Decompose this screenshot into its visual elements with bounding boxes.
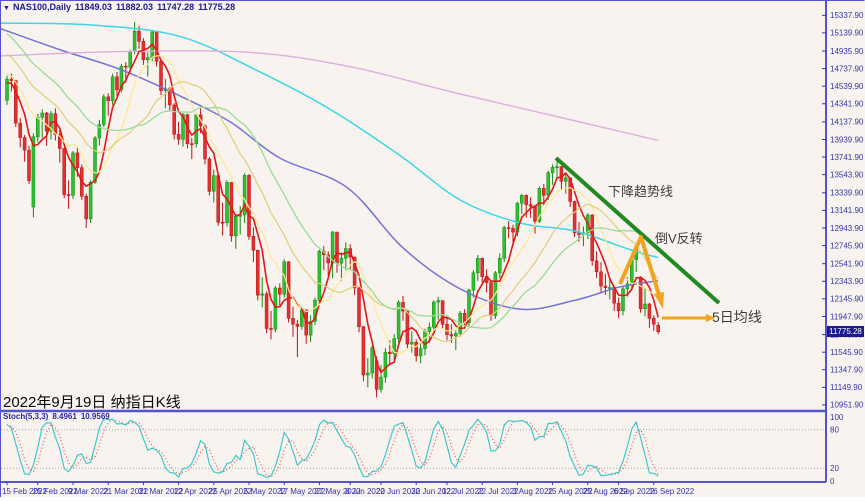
stoch-d-value: 10.9569	[81, 412, 110, 421]
chart-window: 15337.90 15139.90 14935.90 14737.90 14539.90…	[0, 0, 865, 501]
price-axis-label: 13543.90	[830, 170, 864, 179]
ohlc-open: 11849.03	[75, 2, 112, 12]
stoch-axis-label: 80	[830, 426, 839, 435]
chart-caption: 2022年9月19日 纳指日K线	[3, 391, 181, 412]
price-axis-label: 13141.90	[830, 206, 864, 215]
ohlc-high: 11882.03	[116, 2, 153, 12]
price-axis-label: 11149.90	[830, 383, 863, 392]
price-axis-label: 10951.90	[830, 401, 864, 410]
price-axis-label: 11947.90	[830, 312, 863, 321]
price-axis-label: 12745.90	[830, 241, 864, 250]
ma5-annotation: 5日均线	[712, 307, 762, 327]
price-axis-label: 14137.90	[830, 118, 864, 127]
price-axis-label: 14539.90	[830, 82, 864, 91]
price-axis-label: 12943.90	[830, 224, 864, 233]
current-price-badge: 11775.28	[827, 326, 864, 337]
price-axis-label: 12145.90	[830, 295, 864, 304]
chart-canvas[interactable]: 15337.90 15139.90 14935.90 14737.90 14539.90…	[0, 0, 865, 501]
ohlc-low: 11747.28	[157, 2, 194, 12]
price-axis-label: 13939.90	[830, 135, 864, 144]
stoch-axis-label: 100	[830, 413, 844, 422]
price-axis-label: 13741.90	[830, 153, 864, 162]
price-axis-label: 12343.90	[830, 277, 864, 286]
stoch-name: Stoch(5,3,3)	[3, 412, 48, 421]
stochastic-indicator-label: Stoch(5,3,3) 8.4961 10.9569	[3, 412, 114, 421]
stoch-k-value: 8.4961	[52, 412, 76, 421]
stoch-axis-label: 0	[830, 477, 835, 486]
inverted-v-annotation: 倒V反转	[655, 228, 703, 247]
price-axis-label: 14341.90	[830, 100, 864, 109]
symbol-dropdown-icon[interactable]: ▼	[3, 5, 10, 12]
price-axis-label: 11545.90	[830, 348, 863, 357]
stoch-axis-label: 20	[830, 464, 839, 473]
price-axis-label: 12541.90	[830, 259, 864, 268]
symbol-header: ▼NAS100,Daily 11849.03 11882.03 11747.28 117…	[3, 2, 239, 12]
price-axis-label: 14935.90	[830, 47, 864, 56]
price-axis-label: 11347.90	[830, 366, 863, 375]
trendline-annotation: 下降趋势线	[608, 181, 673, 200]
price-axis-label: 15139.90	[830, 29, 864, 38]
ohlc-close: 11775.28	[198, 2, 235, 12]
date-axis-label: 16 Sep 2022	[649, 487, 695, 496]
price-axis-label: 14737.90	[830, 64, 864, 73]
price-axis-label: 15337.90	[830, 11, 864, 20]
symbol-period-label: NAS100,Daily	[13, 2, 71, 12]
price-axis-label: 13339.90	[830, 189, 864, 198]
